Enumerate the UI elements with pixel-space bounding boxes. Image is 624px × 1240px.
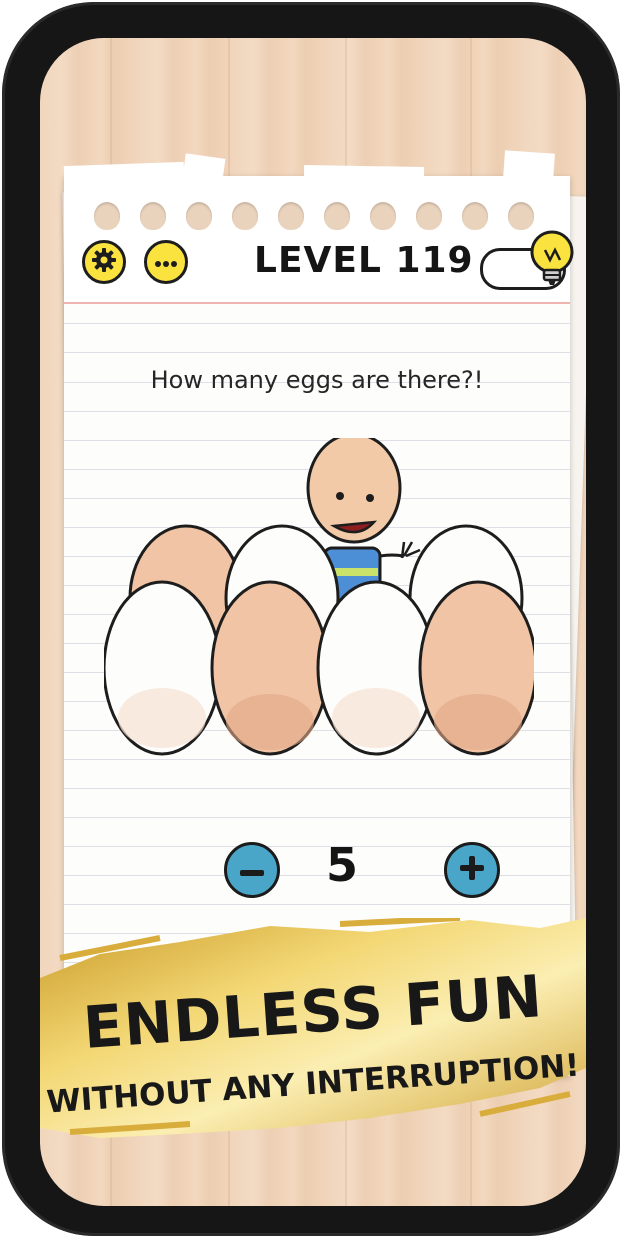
binder-hole [370,202,396,230]
binder-hole [140,202,166,230]
binder-hole [278,202,304,230]
binder-hole [232,202,258,230]
phone-frame: LEVEL 119 How many eggs are there?! 5 EN… [2,2,620,1236]
gear-icon [91,247,117,277]
binder-hole [508,202,534,230]
binder-hole [462,202,488,230]
increment-button[interactable] [444,842,500,898]
answer-count: 5 [325,838,358,892]
decrement-button[interactable] [224,842,280,898]
binder-hole [186,202,212,230]
plus-icon [460,856,484,884]
minus-icon [240,861,264,880]
lightbulb-icon[interactable] [528,228,580,296]
torn-edge [503,150,555,182]
question-text: How many eggs are there?! [150,366,484,394]
eggs-illustration[interactable] [104,438,534,768]
binder-hole [324,202,350,230]
more-dots-icon [154,253,178,272]
level-title: LEVEL 119 [254,240,474,281]
menu-button[interactable] [144,240,188,284]
settings-button[interactable] [82,240,126,284]
binder-hole [416,202,442,230]
margin-line [64,302,570,304]
binder-hole [94,202,120,230]
torn-edge [303,164,425,184]
game-screen: LEVEL 119 How many eggs are there?! 5 EN… [40,38,586,1206]
